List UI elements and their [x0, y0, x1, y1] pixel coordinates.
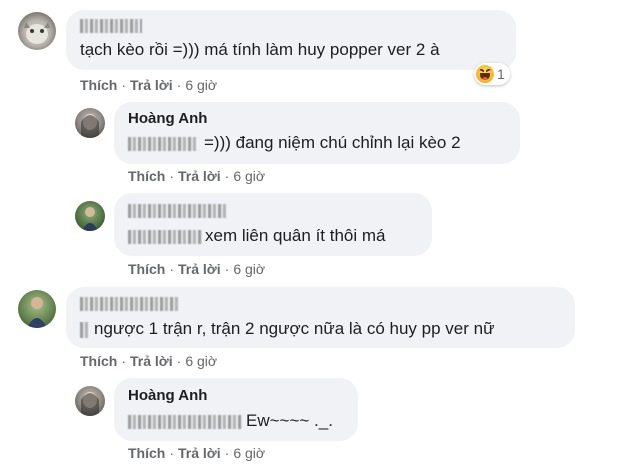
person-avatar-icon	[82, 207, 98, 231]
like-link[interactable]: Thích	[128, 168, 165, 184]
comment-text: xem liên quân ít thôi má	[205, 226, 386, 245]
commenter-avatar[interactable]	[18, 290, 56, 328]
redacted-name	[128, 203, 228, 218]
reply-link[interactable]: Trả lời	[178, 168, 221, 184]
reply-link[interactable]: Trả lời	[130, 353, 173, 369]
reply-link[interactable]: Trả lời	[130, 77, 173, 93]
separator: ·	[224, 261, 230, 277]
separator: ·	[224, 445, 230, 461]
separator: ·	[169, 261, 175, 277]
like-link[interactable]: Thích	[80, 77, 117, 93]
person-avatar-icon	[81, 114, 99, 138]
comment-text: =))) đang niệm chú chỉnh lại kèo 2	[204, 133, 461, 152]
separator: ·	[176, 77, 182, 93]
reply-link[interactable]: Trả lời	[178, 261, 221, 277]
comment-actions: Thích · Trả lời · 6 giờ	[80, 353, 217, 369]
like-link[interactable]: Thích	[128, 445, 165, 461]
reaction-count: 1	[497, 66, 505, 82]
like-link[interactable]: Thích	[80, 353, 117, 369]
separator: ·	[169, 445, 175, 461]
redacted-mention	[128, 229, 202, 244]
comment-actions: Thích · Trả lời · 6 giờ	[128, 168, 265, 184]
person-avatar-icon	[81, 392, 99, 416]
comment-text: Ew~~~~ ._.	[246, 411, 333, 430]
reply-link[interactable]: Trả lời	[178, 445, 221, 461]
redacted-mention	[128, 414, 242, 429]
separator: ·	[176, 353, 182, 369]
commenter-avatar[interactable]	[75, 201, 105, 231]
like-link[interactable]: Thích	[128, 261, 165, 277]
commenter-avatar[interactable]	[75, 108, 105, 138]
separator: ·	[121, 353, 127, 369]
comment-actions: Thích · Trả lời · 6 giờ	[128, 261, 265, 277]
comment-row: Ew~~~~ ._.	[128, 411, 333, 431]
timestamp[interactable]: 6 giờ	[233, 261, 265, 277]
haha-reaction-icon	[476, 65, 494, 83]
commenter-avatar[interactable]	[75, 386, 105, 416]
timestamp[interactable]: 6 giờ	[185, 77, 217, 93]
separator: ·	[121, 77, 127, 93]
timestamp[interactable]: 6 giờ	[185, 353, 217, 369]
comment-actions: Thích · Trả lời · 6 giờ	[128, 445, 265, 461]
redacted-name	[80, 18, 142, 33]
commenter-name-redacted[interactable]	[80, 293, 180, 313]
comment-row: xem liên quân ít thôi má	[128, 226, 385, 246]
redacted-mention	[128, 136, 198, 151]
comment-text: ngược 1 trận r, trận 2 ngược nữa là có h…	[94, 319, 495, 338]
redacted-name	[80, 296, 180, 311]
commenter-name-redacted[interactable]	[80, 15, 142, 35]
comment-text: tạch kèo rồi =))) má tính làm huy popper…	[80, 40, 440, 59]
comment-row: =))) đang niệm chú chỉnh lại kèo 2	[128, 133, 461, 153]
cat-avatar-icon	[24, 22, 50, 44]
separator: ·	[224, 168, 230, 184]
timestamp[interactable]: 6 giờ	[233, 445, 265, 461]
timestamp[interactable]: 6 giờ	[233, 168, 265, 184]
commenter-name-redacted[interactable]	[128, 200, 228, 220]
commenter-avatar[interactable]	[18, 12, 56, 50]
separator: ·	[169, 168, 175, 184]
person-avatar-icon	[27, 297, 47, 328]
commenter-name[interactable]: Hoàng Anh	[128, 110, 207, 127]
redacted-mention	[80, 321, 90, 338]
comment-actions: Thích · Trả lời · 6 giờ	[80, 77, 217, 93]
comment-row: ngược 1 trận r, trận 2 ngược nữa là có h…	[80, 319, 494, 339]
reaction-summary[interactable]: 1	[474, 63, 510, 85]
commenter-name[interactable]: Hoàng Anh	[128, 387, 207, 404]
